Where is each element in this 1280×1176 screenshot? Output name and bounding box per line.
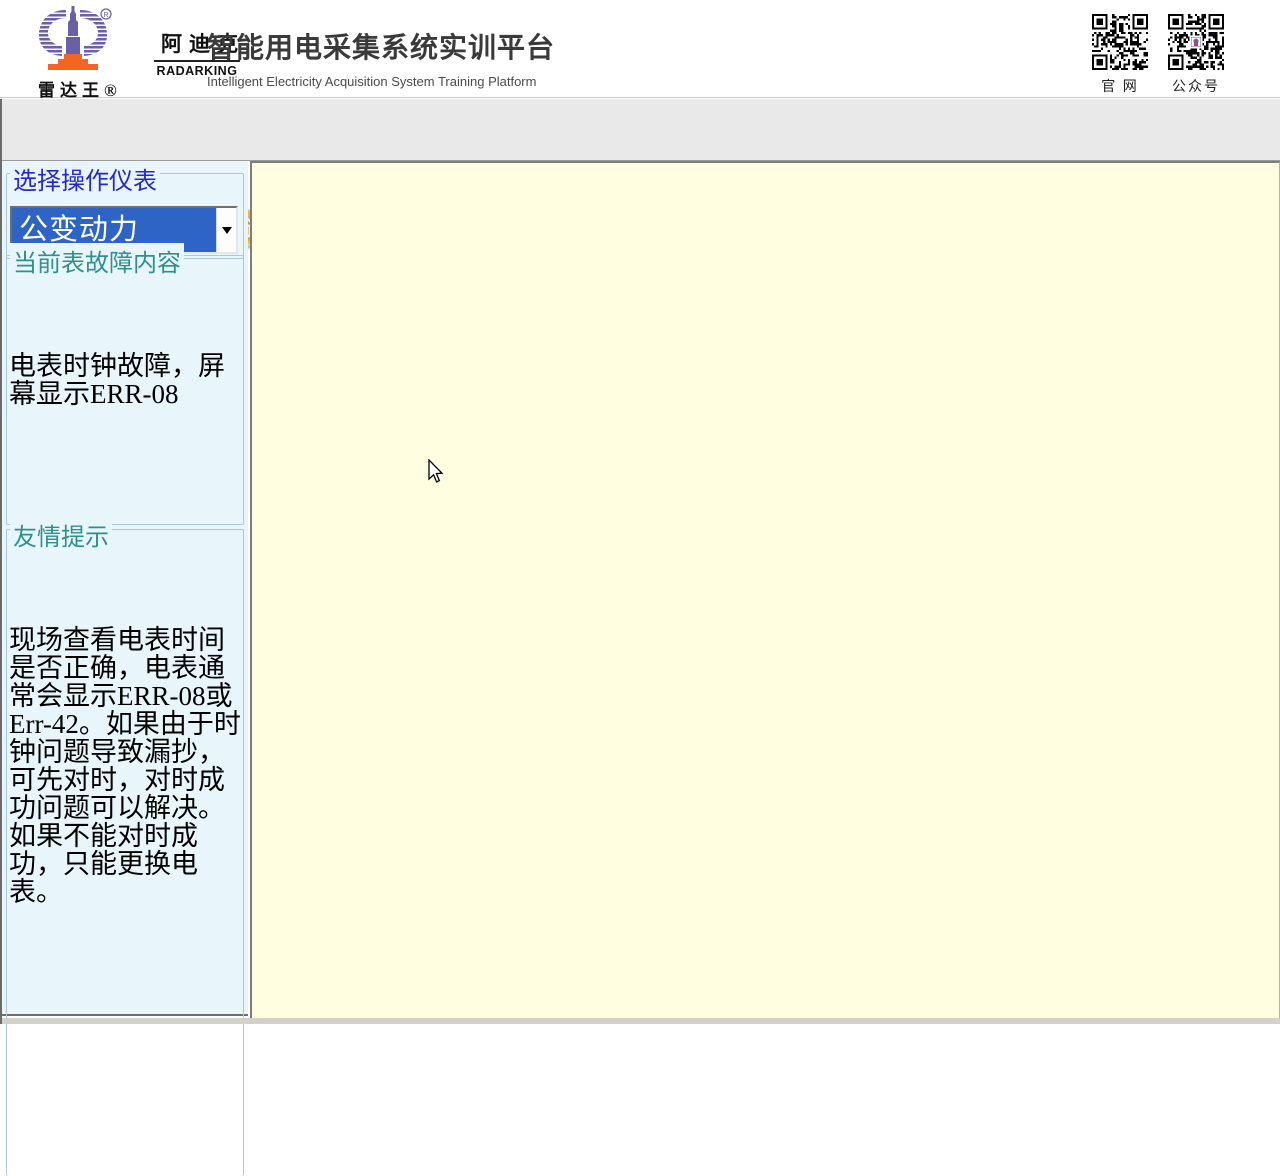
qr-wechat-image: [1168, 14, 1224, 70]
app-header: R 雷达王® 阿迪克 RADARKING 智能用电采集系统实训平台 Intell…: [0, 0, 1280, 98]
title-block: 智能用电采集系统实训平台 Intelligent Electricity Acq…: [207, 26, 555, 89]
tips-title: 友情提示: [10, 517, 112, 552]
fault-content-group: 当前表故障内容 电表时钟故障，屏幕显示ERR-08: [6, 255, 244, 525]
page-title: 智能用电采集系统实训平台: [207, 26, 555, 66]
window-bottom-strip: [0, 1018, 1280, 1024]
qr-website-label: 官 网: [1090, 76, 1150, 96]
qr-wechat: 公众号: [1166, 14, 1226, 96]
qr-wechat-label: 公众号: [1166, 76, 1226, 96]
window-left-edge: [0, 99, 2, 1024]
svg-text:R: R: [103, 12, 108, 19]
radarking-emblem-icon: R: [36, 6, 114, 76]
toolbar: 批量故障演示 抄读数据 电表认证 故障处理完成 设置批量故障 返回首页: [0, 99, 1280, 161]
chevron-down-icon: [222, 227, 232, 234]
tips-group: 友情提示 现场查看电表时间是否正确，电表通常会显示ERR-08或Err-42。如…: [6, 529, 244, 1176]
qr-website: 官 网: [1090, 14, 1150, 96]
fault-content-text: 电表时钟故障，屏幕显示ERR-08: [7, 352, 243, 408]
meter-select-title: 选择操作仪表: [10, 161, 160, 196]
brand-logo: R 雷达王® 阿迪克 RADARKING: [36, 4, 206, 96]
fault-content-title: 当前表故障内容: [10, 243, 184, 278]
tips-text: 现场查看电表时间是否正确，电表通常会显示ERR-08或Err-42。如果由于时钟…: [7, 626, 243, 906]
page-subtitle: Intelligent Electricity Acquisition Syst…: [207, 74, 555, 89]
main-canvas: [250, 161, 1280, 1024]
sidebar: 选择操作仪表 公变动力 当前表故障内容 电表时钟故障，屏幕显示ERR-08 友情…: [2, 161, 248, 1016]
dropdown-arrow-button[interactable]: [216, 208, 236, 252]
brand-mark: 雷达王®: [38, 76, 122, 101]
qr-website-image: [1092, 14, 1148, 70]
